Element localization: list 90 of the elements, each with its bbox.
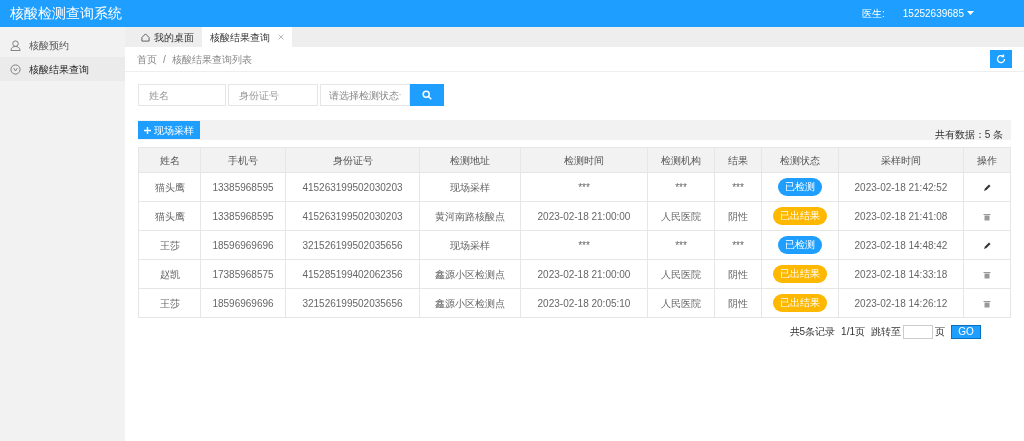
column-header: 手机号 (200, 147, 286, 173)
search-button[interactable] (410, 84, 444, 106)
table-cell: 2023-02-18 21:00:00 (520, 259, 648, 289)
record-count: 共5条记录 (789, 325, 836, 339)
add-sample-button[interactable]: 现场采样 (138, 121, 200, 139)
status-badge: 已出结果 (773, 207, 827, 225)
status-select[interactable]: 请选择检测状态 (320, 84, 410, 106)
table-cell: 18596969696 (200, 230, 286, 260)
table-cell: 王莎 (138, 288, 201, 318)
table-cell: 猫头鹰 (138, 201, 201, 231)
pencil-icon[interactable] (983, 183, 991, 192)
table-cell: 阴性 (714, 259, 762, 289)
column-header: 结果 (714, 147, 762, 173)
table-cell: 2023-02-18 21:42:52 (838, 172, 964, 202)
search-icon (422, 90, 432, 100)
table-cell: *** (714, 172, 762, 202)
table-cell: *** (647, 230, 715, 260)
close-icon[interactable] (278, 34, 284, 40)
table-cell: 2023-02-18 21:00:00 (520, 201, 648, 231)
table-cell: 现场采样 (419, 172, 521, 202)
column-header: 检测状态 (761, 147, 839, 173)
refresh-button[interactable] (990, 50, 1012, 68)
refresh-icon (996, 54, 1006, 64)
table-cell: 2023-02-18 14:48:42 (838, 230, 964, 260)
status-badge: 已检测 (778, 236, 822, 254)
table-cell: 2023-02-18 14:33:18 (838, 259, 964, 289)
plus-icon (144, 126, 151, 134)
id-field[interactable]: 身份证号 (228, 84, 318, 106)
page-field[interactable] (903, 324, 933, 339)
table-cell: 13385968595 (200, 201, 286, 231)
name-field[interactable]: 姓名 (138, 84, 226, 106)
table-cell: 2023-02-18 21:41:08 (838, 201, 964, 231)
table-cell: *** (520, 230, 648, 260)
jump-label: 跳转至 (871, 325, 901, 339)
user-menu[interactable]: 15252639685 (902, 6, 974, 21)
table-cell: 鑫源小区检测点 (419, 259, 521, 289)
table-cell: 鑫源小区检测点 (419, 288, 521, 318)
table-cell: 赵凯 (138, 259, 201, 289)
table-cell: 人民医院 (647, 201, 715, 231)
table-cell: 阴性 (714, 201, 762, 231)
compass-icon (10, 63, 21, 75)
table-cell: 415263199502030203 (285, 201, 420, 231)
person-icon (10, 39, 21, 51)
app-title: 核酸检测查询系统 (10, 4, 122, 23)
table-cell: 18596969696 (200, 288, 286, 318)
table-cell: 人民医院 (647, 288, 715, 318)
table-cell: 阴性 (714, 288, 762, 318)
page-count: 1/1页 (841, 325, 865, 339)
column-header: 姓名 (138, 147, 201, 173)
table-cell: 现场采样 (419, 230, 521, 260)
table-cell: 17385968575 (200, 259, 286, 289)
table-cell: *** (714, 230, 762, 260)
table-cell: 321526199502035656 (285, 288, 420, 318)
tab[interactable]: 核酸结果查询 (202, 27, 292, 47)
column-header: 采样时间 (838, 147, 964, 173)
table-cell: 黄河南路核酸点 (419, 201, 521, 231)
pencil-icon[interactable] (983, 241, 991, 250)
tab[interactable]: 我的桌面 (133, 27, 202, 47)
trash-icon[interactable] (983, 212, 991, 221)
trash-icon[interactable] (983, 299, 991, 308)
column-header: 检测地址 (419, 147, 521, 173)
table-cell: *** (520, 172, 648, 202)
table-cell: *** (647, 172, 715, 202)
breadcrumb-link[interactable]: 首页 (137, 51, 157, 67)
total-count: 共有数据：5 条 (934, 127, 1003, 142)
breadcrumb-link[interactable]: 核酸结果查询列表 (171, 51, 252, 67)
table-cell: 2023-02-18 14:26:12 (838, 288, 964, 318)
table-cell: 人民医院 (647, 259, 715, 289)
table-cell: 2023-02-18 20:05:10 (520, 288, 648, 318)
status-badge: 已出结果 (773, 265, 827, 283)
page-unit: 页 (935, 325, 945, 339)
column-header: 检测机构 (647, 147, 715, 173)
status-badge: 已出结果 (773, 294, 827, 312)
table-cell: 13385968595 (200, 172, 286, 202)
breadcrumb-separator: / (163, 52, 166, 67)
go-button[interactable]: GO (951, 324, 981, 339)
table-cell: 415285199402062356 (285, 259, 420, 289)
table-cell: 321526199502035656 (285, 230, 420, 260)
sidebar-item[interactable]: 核酸结果查询 (0, 57, 125, 81)
column-header: 身份证号 (285, 147, 420, 173)
status-badge: 已检测 (778, 178, 822, 196)
user-label: 医生: (862, 7, 885, 21)
column-header: 操作 (963, 147, 1011, 173)
home-icon (141, 32, 150, 42)
sidebar-item[interactable]: 核酸预约 (0, 33, 125, 57)
table-cell: 王莎 (138, 230, 201, 260)
table-cell: 415263199502030203 (285, 172, 420, 202)
table-cell: 猫头鹰 (138, 172, 201, 202)
column-header: 检测时间 (520, 147, 648, 173)
trash-icon[interactable] (983, 270, 991, 279)
